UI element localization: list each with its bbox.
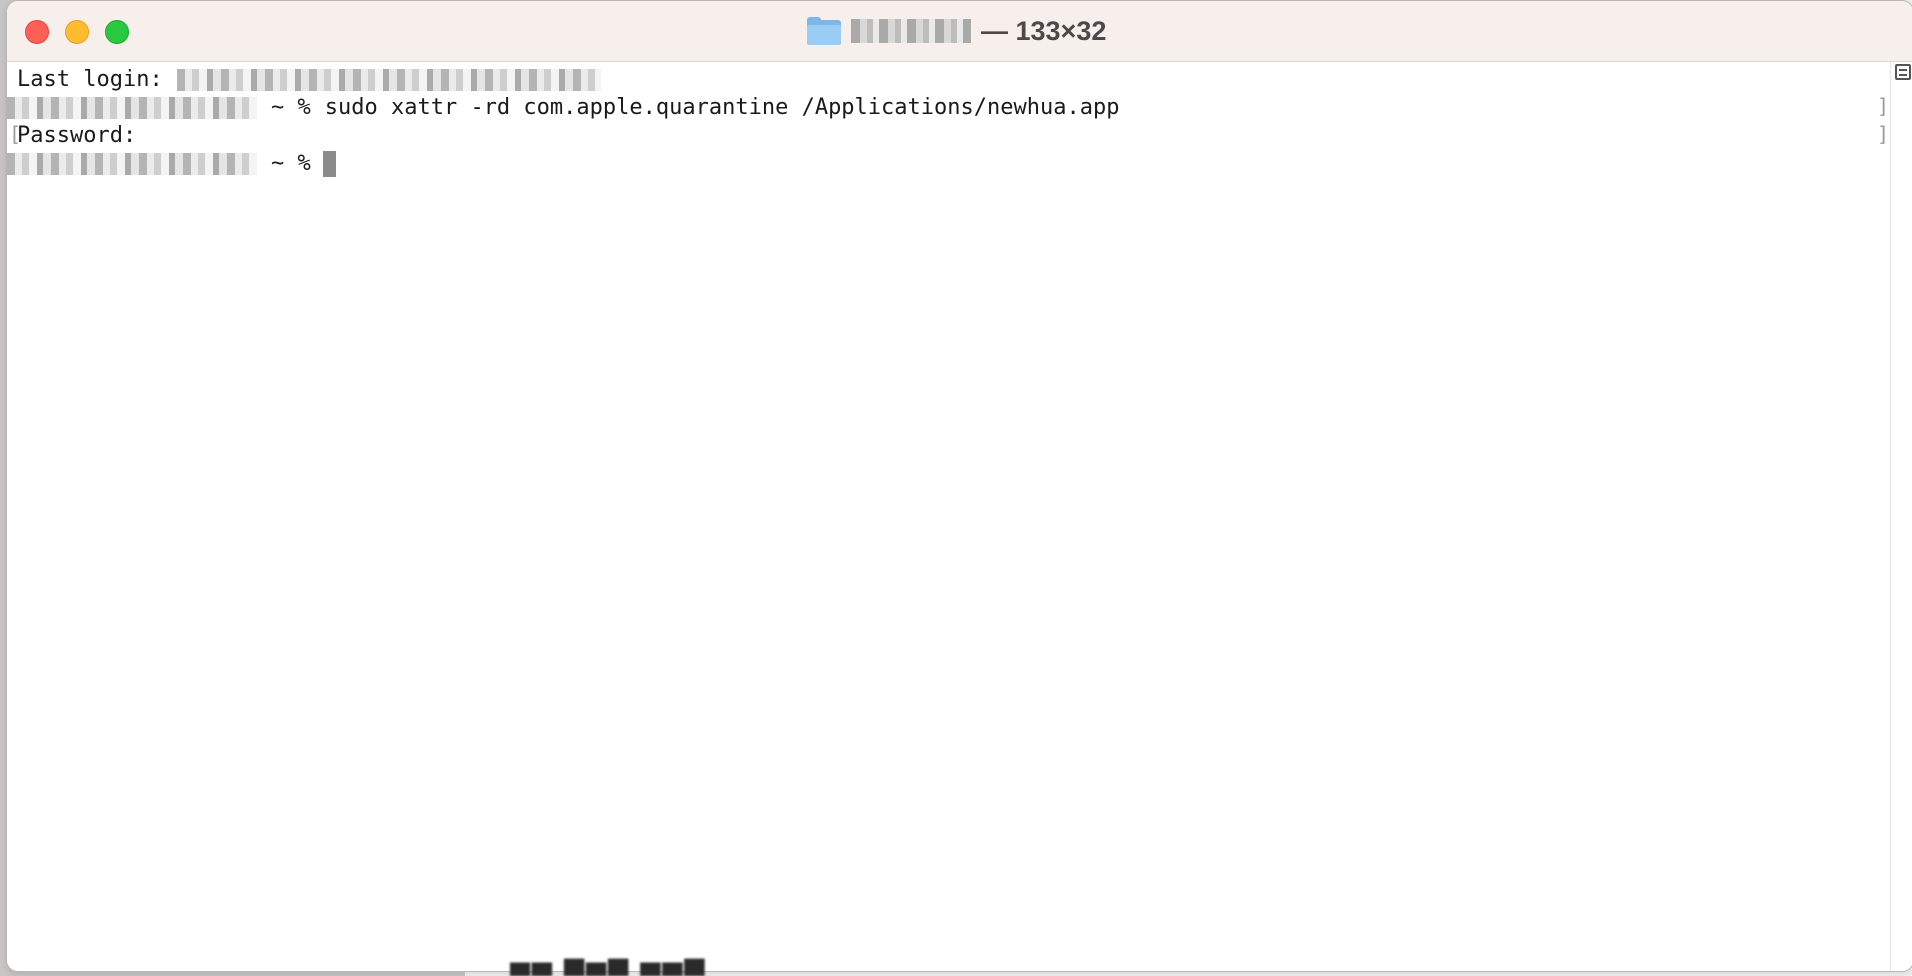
window-size-label: — 133×32 [981, 15, 1107, 46]
password-prompt-label: Password: [17, 123, 137, 148]
text-cursor [322, 151, 336, 177]
terminal-window: — 133×32 Last login: ~ % sudo xattr -rd … [6, 0, 1912, 972]
mark-bracket-right: ] [1876, 94, 1889, 118]
maximize-button[interactable] [105, 20, 129, 44]
marks-icon[interactable] [1895, 64, 1911, 80]
close-button[interactable] [25, 20, 49, 44]
scrollbar[interactable] [1890, 62, 1912, 971]
folder-icon [807, 17, 841, 45]
terminal-line-password: Password: [17, 122, 136, 150]
redacted-login-info [176, 69, 601, 91]
redacted-title-name [851, 19, 971, 43]
minimize-button[interactable] [65, 20, 89, 44]
redacted-prompt [7, 153, 257, 175]
prompt-suffix: ~ % [271, 151, 311, 176]
terminal-content[interactable]: Last login: ~ % sudo xattr -rd com.apple… [7, 62, 1912, 971]
mark-bracket-right: ] [1876, 122, 1889, 146]
mark-bracket-left: [ [9, 122, 22, 146]
terminal-line-command: ~ % sudo xattr -rd com.apple.quarantine … [7, 94, 1119, 122]
command-text: sudo xattr -rd com.apple.quarantine /App… [324, 95, 1120, 120]
title-bar[interactable]: — 133×32 [7, 1, 1912, 62]
terminal-line-last-login: Last login: [17, 66, 615, 94]
background-text-fragment: ▆▆ ▇▆▇ ▆▆▇ [510, 956, 707, 976]
last-login-label: Last login: [17, 67, 163, 92]
redacted-prompt [7, 97, 257, 119]
prompt-suffix: ~ % [271, 95, 311, 120]
window-title: — 133×32 [807, 14, 1106, 48]
terminal-line-current-prompt: ~ % [7, 150, 336, 178]
